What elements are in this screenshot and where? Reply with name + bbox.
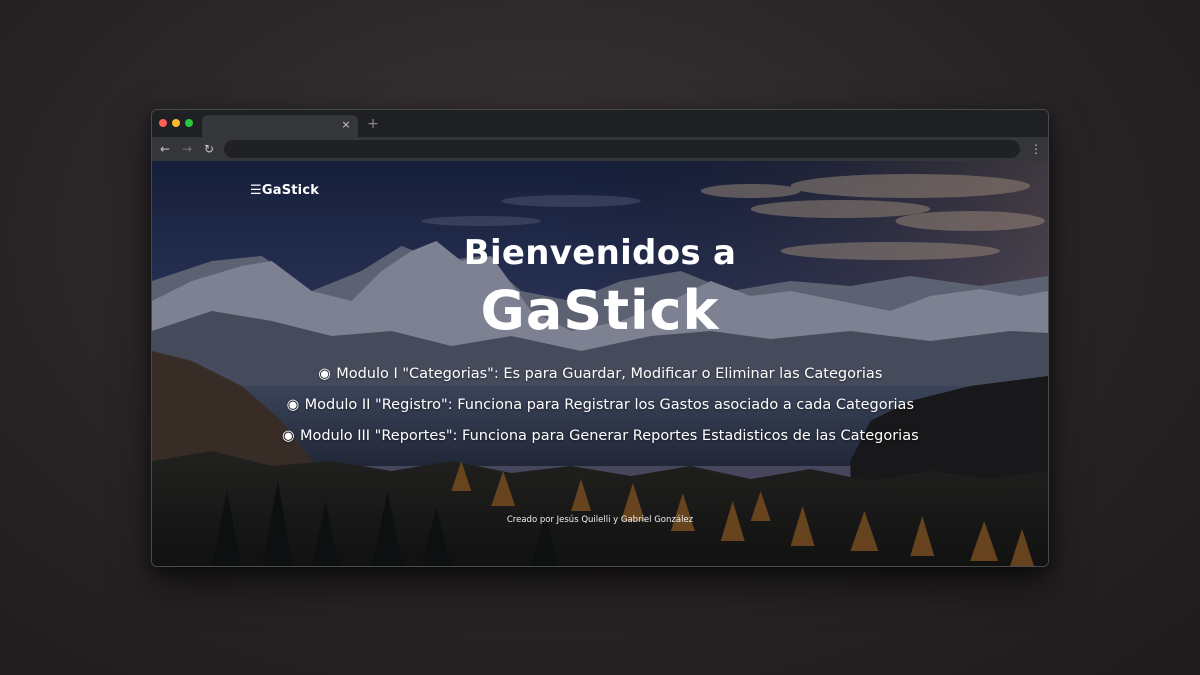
module-item-categorias: ◉ Modulo I "Categorias": Es para Guardar… (152, 359, 1048, 390)
modules-list: ◉ Modulo I "Categorias": Es para Guardar… (152, 359, 1048, 452)
radio-bullet-icon: ◉ (282, 428, 295, 444)
radio-bullet-icon: ◉ (286, 397, 300, 413)
page-viewport: ☰GaStick Bienvenidos a GaStick ◉ Modulo … (152, 161, 1048, 566)
tab-strip: × + (152, 110, 1048, 137)
close-window-button[interactable] (159, 119, 167, 127)
tab-close-icon[interactable]: × (339, 118, 353, 132)
back-arrow-icon[interactable]: ← (157, 141, 173, 157)
browser-toolbar: ← → ↻ ⋮ (152, 137, 1048, 161)
credits-footer: Creado por Jesús Quilelli y Gabriel Gonz… (506, 515, 694, 525)
kebab-menu-icon[interactable]: ⋮ (1030, 141, 1042, 157)
brand-logo-menu[interactable]: ☰GaStick (250, 183, 319, 198)
address-bar[interactable] (224, 140, 1020, 158)
forward-arrow-icon[interactable]: → (179, 141, 195, 157)
module-text: Modulo II "Registro": Funciona para Regi… (304, 397, 914, 413)
app-title: GaStick (480, 279, 720, 342)
module-item-registro: ◉ Modulo II "Registro": Funciona para Re… (152, 390, 1048, 421)
browser-tab[interactable]: × (202, 115, 358, 137)
browser-window: × + ← → ↻ ⋮ ☰GaStick Bienvenidos a GaSti… (151, 109, 1049, 567)
welcome-headline: Bienvenidos a (463, 233, 737, 273)
maximize-window-button[interactable] (185, 119, 193, 127)
minimize-window-button[interactable] (172, 119, 180, 127)
module-text: Modulo I "Categorias": Es para Guardar, … (336, 366, 883, 382)
module-text: Modulo III "Reportes": Funciona para Gen… (299, 428, 919, 444)
module-item-reportes: ◉ Modulo III "Reportes": Funciona para G… (152, 421, 1048, 452)
new-tab-button[interactable]: + (366, 116, 380, 132)
radio-bullet-icon: ◉ (318, 366, 331, 382)
reload-icon[interactable]: ↻ (201, 141, 217, 157)
